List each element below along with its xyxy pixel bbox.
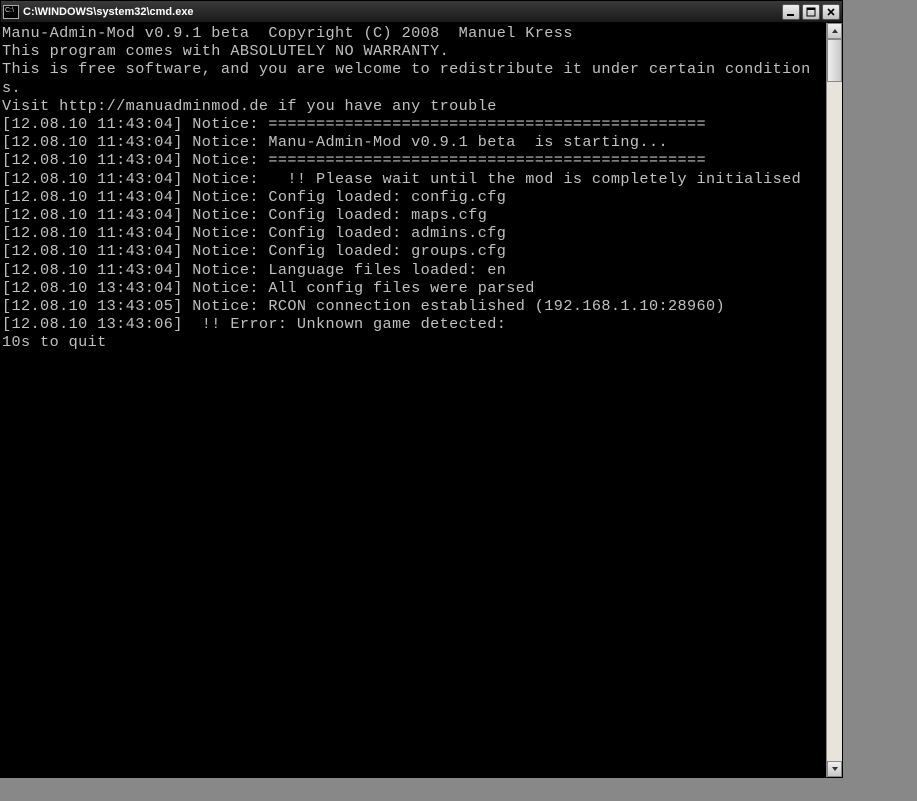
scroll-thumb[interactable] (827, 39, 842, 82)
console-line: [12.08.10 11:43:04] Notice: !! Please wa… (2, 170, 826, 188)
minimize-button[interactable] (782, 4, 800, 20)
titlebar[interactable]: C:\WINDOWS\system32\cmd.exe (1, 1, 842, 23)
console-line: [12.08.10 11:43:04] Notice: ============… (2, 151, 826, 169)
console-line: [12.08.10 11:43:04] Notice: Config loade… (2, 206, 826, 224)
scroll-up-button[interactable] (827, 23, 842, 39)
console-line: 10s to quit (2, 333, 826, 351)
cmd-window: C:\WINDOWS\system32\cmd.exe Manu-Admin-M… (0, 0, 843, 778)
console-line: Manu-Admin-Mod v0.9.1 beta Copyright (C)… (2, 24, 826, 42)
console-line: [12.08.10 11:43:04] Notice: Manu-Admin-M… (2, 133, 826, 151)
window-controls (782, 4, 840, 20)
title-left: C:\WINDOWS\system32\cmd.exe (3, 5, 194, 19)
maximize-button[interactable] (802, 4, 820, 20)
console-line: [12.08.10 13:43:06] !! Error: Unknown ga… (2, 315, 826, 333)
console-output[interactable]: Manu-Admin-Mod v0.9.1 beta Copyright (C)… (1, 23, 826, 777)
scroll-down-button[interactable] (827, 761, 842, 777)
scroll-track[interactable] (827, 39, 842, 761)
console-line: [12.08.10 13:43:05] Notice: RCON connect… (2, 297, 826, 315)
console-line: [12.08.10 11:43:04] Notice: Config loade… (2, 224, 826, 242)
console-line: This program comes with ABSOLUTELY NO WA… (2, 42, 826, 60)
console-line: [12.08.10 11:43:04] Notice: Config loade… (2, 188, 826, 206)
console-area: Manu-Admin-Mod v0.9.1 beta Copyright (C)… (1, 23, 842, 777)
console-line: [12.08.10 11:43:04] Notice: Config loade… (2, 242, 826, 260)
window-title: C:\WINDOWS\system32\cmd.exe (23, 6, 194, 18)
console-line: Visit http://manuadminmod.de if you have… (2, 97, 826, 115)
vertical-scrollbar[interactable] (826, 23, 842, 777)
cmd-icon (3, 5, 19, 19)
console-line: [12.08.10 13:43:04] Notice: All config f… (2, 279, 826, 297)
console-line: [12.08.10 11:43:04] Notice: Language fil… (2, 261, 826, 279)
console-line: This is free software, and you are welco… (2, 60, 826, 96)
console-line: [12.08.10 11:43:04] Notice: ============… (2, 115, 826, 133)
close-button[interactable] (822, 4, 840, 20)
